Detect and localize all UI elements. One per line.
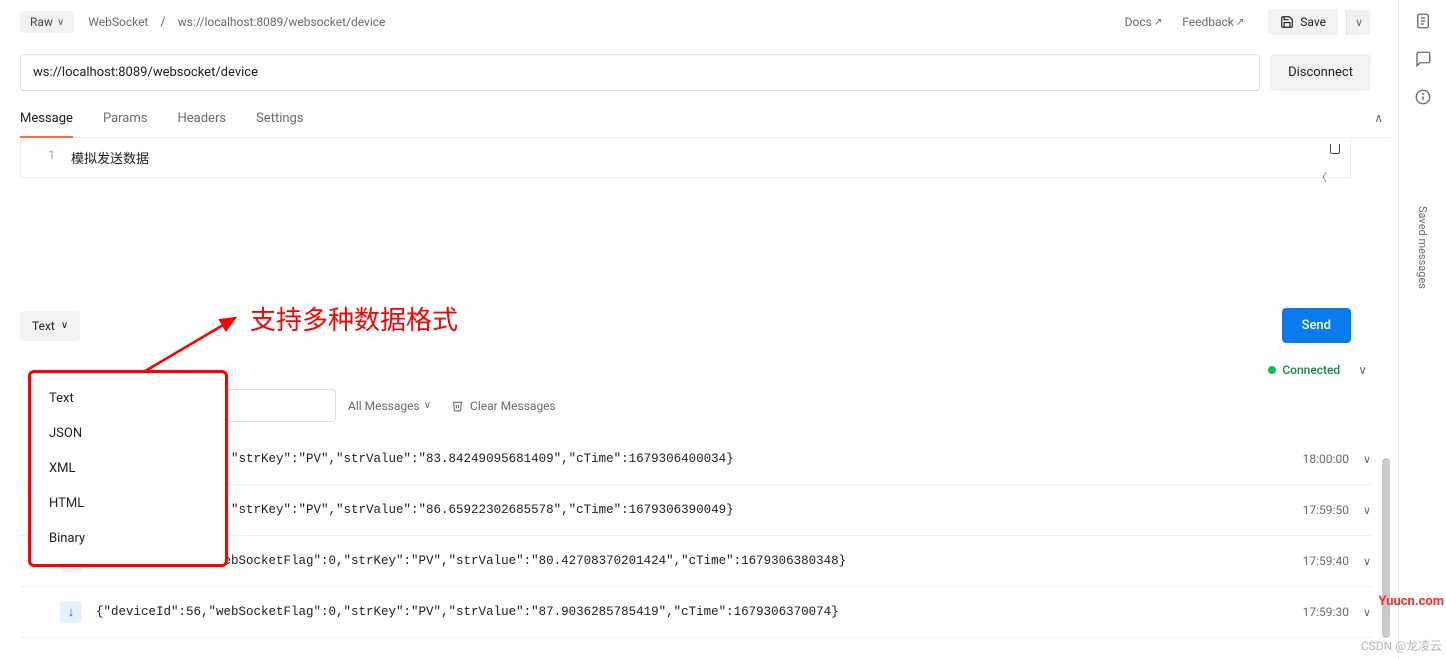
breadcrumb-protocol: WebSocket: [88, 15, 148, 29]
status-dot-icon: [1268, 366, 1276, 374]
chevron-down-icon: ∨: [1355, 16, 1363, 29]
chevron-down-icon[interactable]: ∨: [1363, 606, 1371, 619]
message-content: "webSocketFlag":0,"strKey":"PV","strValu…: [96, 503, 1289, 517]
tab-params[interactable]: Params: [103, 111, 148, 137]
editor-mini-rail: 〈: [1312, 165, 1331, 189]
trash-icon: [451, 399, 464, 412]
info-icon[interactable]: [1414, 88, 1432, 106]
save-dropdown[interactable]: ∨: [1346, 10, 1371, 35]
url-row: Disconnect: [20, 54, 1391, 91]
message-content: {"deviceId":56,"webSocketFlag":0,"strKey…: [96, 605, 1289, 619]
comment-icon[interactable]: [1414, 50, 1432, 68]
breadcrumb-separator: /: [160, 15, 165, 30]
format-option-text[interactable]: Text: [31, 381, 225, 416]
document-icon[interactable]: [1414, 12, 1432, 30]
docs-link[interactable]: Docs ↗: [1119, 11, 1169, 33]
format-option-xml[interactable]: XML: [31, 451, 225, 486]
message-time: 18:00:00: [1303, 452, 1349, 466]
send-row: Text ∨ Send: [20, 308, 1391, 343]
message-time: 17:59:50: [1303, 503, 1349, 517]
send-button[interactable]: Send: [1282, 308, 1351, 343]
message-row[interactable]: ↓ {"deviceId":56,"webSocketFlag":0,"strKe…: [20, 587, 1371, 638]
message-time: 17:59:30: [1303, 605, 1349, 619]
format-dropdown: TextJSONXMLHTMLBinary: [28, 370, 228, 567]
header-row: Raw ∨ WebSocket / ws://localhost:8089/we…: [20, 0, 1391, 44]
save-icon: [1280, 15, 1294, 29]
message-time: 17:59:40: [1303, 554, 1349, 568]
message-editor[interactable]: 1 模拟发送数据: [20, 138, 1351, 178]
chevron-down-icon: ∨: [424, 400, 431, 411]
format-option-html[interactable]: HTML: [31, 486, 225, 521]
chevron-down-icon[interactable]: ∨: [1354, 359, 1371, 381]
chevron-down-icon[interactable]: ∨: [1363, 555, 1371, 568]
collapse-section-icon[interactable]: ∧: [1374, 111, 1383, 125]
chevron-down-icon: ∨: [57, 17, 64, 28]
external-icon: ↗: [1236, 17, 1244, 28]
tab-headers[interactable]: Headers: [177, 111, 226, 137]
format-option-json[interactable]: JSON: [31, 416, 225, 451]
editor-content: 模拟发送数据: [71, 148, 149, 167]
bookmark-icon: [1330, 144, 1340, 154]
external-icon: ↗: [1154, 17, 1162, 28]
line-number: 1: [21, 148, 71, 167]
breadcrumb-url: ws://localhost:8089/websocket/device: [178, 15, 386, 29]
scrollbar-thumb[interactable]: [1382, 458, 1390, 638]
tabs: Message Params Headers Settings ∧: [20, 111, 1391, 138]
clear-messages-button[interactable]: Clear Messages: [451, 399, 556, 413]
feedback-link[interactable]: Feedback ↗: [1176, 11, 1250, 33]
format-option-binary[interactable]: Binary: [31, 521, 225, 556]
saved-messages-label[interactable]: Saved messages: [1416, 206, 1429, 289]
status-label: Connected: [1282, 363, 1340, 377]
chevron-down-icon: ∨: [61, 320, 68, 331]
arrow-down-icon: ↓: [60, 601, 82, 623]
disconnect-button[interactable]: Disconnect: [1270, 54, 1371, 91]
right-rail: Saved messages: [1398, 0, 1446, 658]
chevron-left-icon[interactable]: 〈: [1312, 165, 1331, 189]
tab-settings[interactable]: Settings: [256, 111, 303, 137]
message-content: {"deviceId":56,"webSocketFlag":0,"strKey…: [96, 554, 1289, 568]
chevron-down-icon[interactable]: ∨: [1363, 453, 1371, 466]
watermark-csdn: CSDN @龙凌云: [1361, 637, 1442, 654]
chevron-down-icon[interactable]: ∨: [1363, 504, 1371, 517]
watermark-yuucn: Yuucn.com: [1378, 594, 1444, 609]
save-button[interactable]: Save: [1268, 9, 1338, 35]
message-content: "webSocketFlag":0,"strKey":"PV","strValu…: [96, 452, 1289, 466]
raw-label: Raw: [30, 15, 53, 29]
websocket-url-input[interactable]: [20, 54, 1260, 91]
tab-message[interactable]: Message: [20, 111, 73, 138]
raw-chip[interactable]: Raw ∨: [20, 11, 74, 33]
all-messages-filter[interactable]: All Messages ∨: [348, 399, 431, 413]
format-select-button[interactable]: Text ∨: [20, 311, 80, 341]
